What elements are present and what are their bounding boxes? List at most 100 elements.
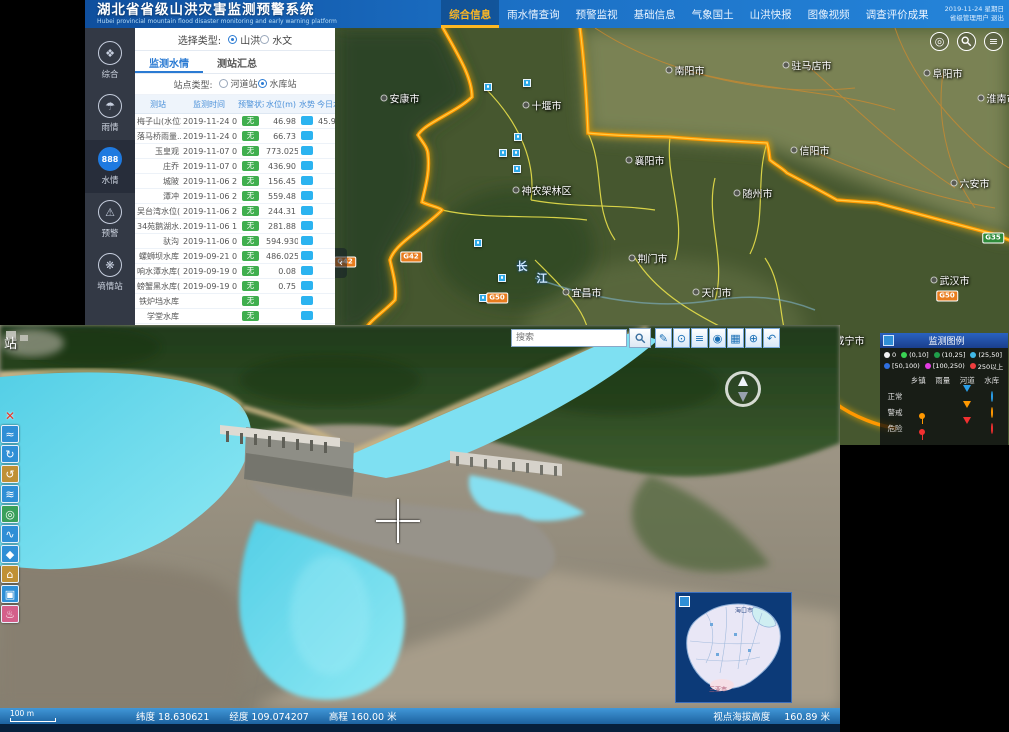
- inset-island-graphic: [676, 593, 791, 702]
- rain-scale-dot: [970, 352, 976, 358]
- table-row[interactable]: 铁炉垱水库 无: [135, 294, 335, 309]
- station-radio-label: 水库站: [270, 77, 297, 90]
- cell-today-level: [316, 309, 335, 324]
- swirl-icon[interactable]: ↺: [1, 465, 19, 483]
- cell-water-level: [264, 294, 298, 309]
- cell-today-level: 45.99: [316, 114, 335, 129]
- menu-item-5[interactable]: 山洪快报: [742, 0, 800, 28]
- sidebar-item-water[interactable]: 888水情: [85, 140, 135, 193]
- table-row[interactable]: 梅子山(水位站...2019-11-24 09无46.9845.99: [135, 114, 335, 129]
- header-meta: 2019-11-24 星期日 省级管理用户 退出: [937, 5, 1009, 23]
- station-radio-1[interactable]: 水库站: [258, 77, 297, 90]
- cell-station-name: 铁炉垱水库: [135, 294, 181, 309]
- sidebar-item-soil[interactable]: ❋墒情站: [85, 246, 135, 299]
- sidebar-item-rain[interactable]: ☂雨情: [85, 87, 135, 140]
- cell-station-name: 庄乔: [135, 159, 181, 174]
- menu-item-6[interactable]: 图像视频: [800, 0, 858, 28]
- longitude-readout: 经度 109.074207: [229, 709, 308, 723]
- station-marker[interactable]: [523, 79, 531, 87]
- type-radio-0[interactable]: 山洪: [228, 32, 260, 47]
- menu-item-0[interactable]: 综合信息: [441, 0, 499, 28]
- station-table: 测站监测时间预警状态水位(m)水势今日水位 梅子山(水位站...2019-11-…: [135, 95, 335, 330]
- cell-trend: [298, 144, 316, 159]
- menu-item-4[interactable]: 气象国土: [684, 0, 742, 28]
- tab-0[interactable]: 监测水情: [135, 51, 203, 73]
- menu-item-1[interactable]: 雨水情查询: [499, 0, 568, 28]
- sidebar-item-overview[interactable]: ❖综合: [85, 34, 135, 87]
- legend-row-label: 正常: [888, 391, 903, 402]
- cell-warn-status: 无: [237, 294, 264, 309]
- station-marker[interactable]: [484, 83, 492, 91]
- flood-icon[interactable]: ≈: [1, 425, 19, 443]
- cell-trend: [298, 309, 316, 324]
- inset-toggle-icon[interactable]: [679, 596, 690, 607]
- terrain-icon[interactable]: ⌂: [1, 565, 19, 583]
- station-marker[interactable]: [513, 165, 521, 173]
- table-row[interactable]: 吴台湾水位(...2019-11-06 20无244.31: [135, 204, 335, 219]
- menu-item-7[interactable]: 调查评价成果: [858, 0, 937, 28]
- table-row[interactable]: 34苑鹅湖水...2019-11-06 17无281.88: [135, 219, 335, 234]
- rain-scale-label: (25,50]: [978, 351, 1002, 359]
- close-icon[interactable]: ✕: [5, 409, 15, 423]
- flag-icon[interactable]: ◆: [1, 545, 19, 563]
- table-row[interactable]: 学堂水库无: [135, 309, 335, 324]
- rain-scale-label: 250以上: [978, 361, 1003, 371]
- rain-scale: 0(0,10](10,25](25,50][50,100)[100,250)25…: [880, 348, 1008, 372]
- sidebar-item-alert[interactable]: ⚠预警: [85, 193, 135, 246]
- snapshot-icon[interactable]: ▦: [727, 328, 744, 348]
- city-label: 淮南市: [978, 91, 1009, 106]
- column-header: 预警状态: [237, 95, 264, 114]
- station-marker[interactable]: [512, 149, 520, 157]
- city-marker-icon: [978, 95, 985, 102]
- compass-control[interactable]: [725, 371, 761, 407]
- tab-1[interactable]: 测站汇总: [203, 51, 271, 73]
- list-icon[interactable]: ≡: [691, 328, 708, 348]
- waves-icon[interactable]: ≋: [1, 485, 19, 503]
- station-marker[interactable]: [499, 149, 507, 157]
- cell-monitor-time: 2019-11-06 22: [181, 174, 237, 189]
- viewer-3d-window[interactable]: 站 ✎⊙≡◉▦⊕↶ ✕≈↻↺≋◎∿◆⌂▣♨ 海口市三亚市 100 m 纬度 18…: [0, 325, 840, 732]
- station-marker[interactable]: [498, 274, 506, 282]
- camera-icon[interactable]: ⊙: [673, 328, 690, 348]
- panel-collapse-button[interactable]: ‹: [335, 248, 347, 278]
- sidebar-item-label: 雨情: [101, 121, 118, 133]
- rotate-icon[interactable]: ↻: [1, 445, 19, 463]
- globe-icon[interactable]: ⊕: [745, 328, 762, 348]
- cell-station-name: 驮沟: [135, 234, 181, 249]
- menu-item-3[interactable]: 基础信息: [626, 0, 684, 28]
- table-row[interactable]: 落马桥雨量...2019-11-24 07无66.73: [135, 129, 335, 144]
- layers-icon[interactable]: ≡: [984, 32, 1003, 51]
- station-marker[interactable]: [474, 239, 482, 247]
- table-row[interactable]: 响水潭水库(...2019-09-19 08无0.08: [135, 264, 335, 279]
- table-row[interactable]: 螺蛳坝水库2019-09-21 05无486.025: [135, 249, 335, 264]
- profile-icon[interactable]: ♨: [1, 605, 19, 623]
- station-radio-0[interactable]: 河道站: [219, 77, 258, 90]
- trend-badge: [301, 206, 313, 215]
- overview-inset-map[interactable]: 海口市三亚市: [675, 592, 792, 703]
- table-row[interactable]: 驮沟2019-11-06 05无594.930: [135, 234, 335, 249]
- cell-station-name: 响水潭水库(...: [135, 264, 181, 279]
- cell-warn-status: 无: [237, 129, 264, 144]
- table-row[interactable]: 螃蟹黑水库(...2019-09-19 06无0.75: [135, 279, 335, 294]
- table-row[interactable]: 庄乔2019-11-07 03无436.90: [135, 159, 335, 174]
- status-badge: 无: [242, 281, 260, 291]
- locate-icon[interactable]: ◎: [930, 32, 949, 51]
- buffer-icon[interactable]: ◎: [1, 505, 19, 523]
- frame-icon[interactable]: ▣: [1, 585, 19, 603]
- table-row[interactable]: 玉皇观2019-11-07 08无773.025: [135, 144, 335, 159]
- search-icon[interactable]: [629, 328, 651, 348]
- undo-icon[interactable]: ↶: [763, 328, 780, 348]
- station-marker[interactable]: [514, 133, 522, 141]
- search-input[interactable]: [511, 329, 627, 347]
- draw-icon[interactable]: ✎: [655, 328, 672, 348]
- header-user[interactable]: 省级管理用户 退出: [945, 14, 1004, 23]
- eye-icon[interactable]: ◉: [709, 328, 726, 348]
- search-icon[interactable]: [957, 32, 976, 51]
- splash-icon[interactable]: ∿: [1, 525, 19, 543]
- menu-item-2[interactable]: 预警监视: [568, 0, 626, 28]
- type-radio-1[interactable]: 水文: [260, 32, 292, 47]
- city-label: 信阳市: [791, 143, 830, 158]
- table-row[interactable]: 城陂2019-11-06 22无156.45: [135, 174, 335, 189]
- table-row[interactable]: 潭冲2019-11-06 21无559.48: [135, 189, 335, 204]
- cell-trend: [298, 159, 316, 174]
